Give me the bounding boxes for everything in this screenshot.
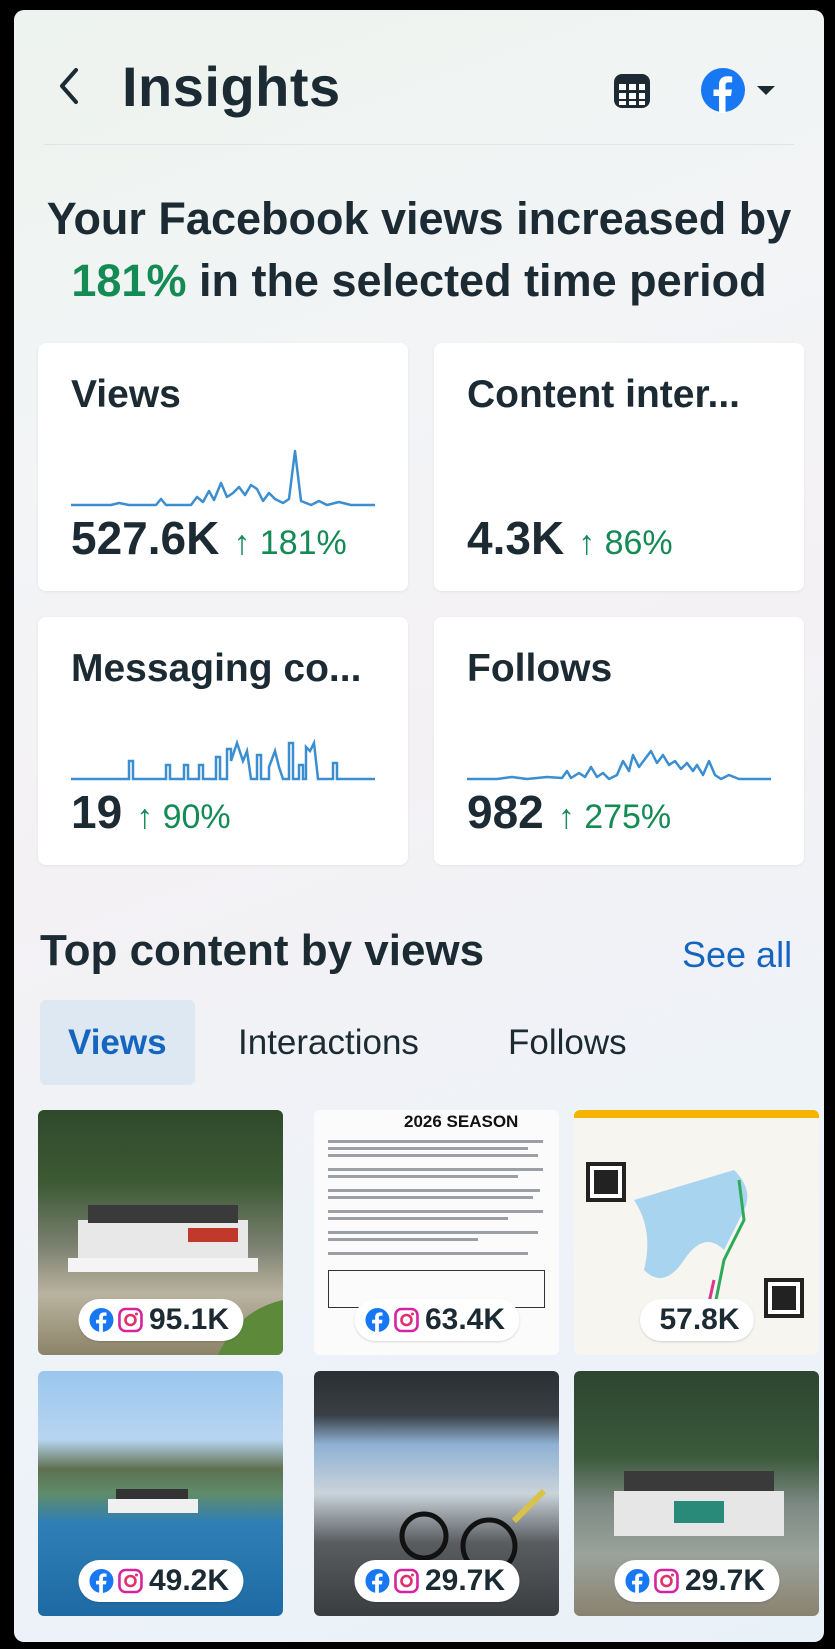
account-switcher[interactable] (700, 64, 790, 116)
content-thumbnail[interactable]: 29.7K (314, 1371, 559, 1616)
views-badge: 63.4K (353, 1299, 520, 1341)
views-count: 29.7K (684, 1564, 766, 1597)
views-count: 57.8K (659, 1303, 740, 1336)
calendar-icon[interactable] (610, 68, 654, 112)
instagram-icon (393, 1307, 419, 1333)
content-thumbnail[interactable]: 57.8K (574, 1110, 819, 1355)
facebook-icon (88, 1308, 113, 1333)
headline-suffix: in the selected time period (198, 255, 767, 306)
facebook-icon (88, 1569, 113, 1594)
top-bar: Insights (14, 10, 824, 145)
see-all-link[interactable]: See all (682, 934, 792, 976)
caret-down-icon (757, 86, 775, 95)
metric-card-messaging[interactable]: Messaging co... 19 ↑ 90% (38, 617, 408, 865)
facebook-icon (624, 1569, 649, 1594)
views-count: 49.2K (148, 1564, 230, 1597)
content-thumbnail[interactable]: 49.2K (38, 1371, 283, 1616)
metric-card-content-interactions[interactable]: Content inter... 4.3K ↑ 86% (434, 343, 804, 591)
facebook-icon (701, 68, 745, 113)
instagram-icon (117, 1307, 143, 1333)
tab-interactions[interactable]: Interactions (210, 1000, 447, 1085)
views-count: 29.7K (424, 1564, 506, 1597)
top-content-title: Top content by views (40, 926, 485, 975)
metric-change: ↑ 275% (557, 798, 672, 836)
metric-change: ↑ 90% (136, 798, 231, 836)
headline-prefix: Your Facebook views increased by (46, 193, 792, 244)
content-thumbnail[interactable]: 95.1K (38, 1110, 283, 1355)
views-badge: 49.2K (77, 1560, 244, 1602)
metric-change: ↑ 181% (233, 524, 347, 562)
back-chevron-icon[interactable] (50, 56, 90, 116)
views-sparkline (71, 449, 375, 507)
insight-headline: Your Facebook views increased by 181% in… (34, 188, 804, 312)
views-count: 63.4K (424, 1303, 506, 1336)
document-heading: 2026 SEASON (404, 1112, 519, 1131)
views-badge: 29.7K (613, 1560, 780, 1602)
insights-screen: Insights Your Facebook views increased b… (14, 10, 824, 1642)
metric-value: 527.6K (71, 512, 220, 564)
content-thumbnail[interactable]: 29.7K (574, 1371, 819, 1616)
instagram-icon (393, 1568, 419, 1594)
instagram-icon (653, 1568, 679, 1594)
metric-value: 19 (71, 786, 123, 838)
instagram-icon (117, 1568, 143, 1594)
metric-label: Messaging co... (71, 647, 362, 690)
facebook-icon (364, 1308, 389, 1333)
metric-label: Views (71, 373, 181, 416)
metric-label: Content inter... (467, 373, 740, 416)
metric-value: 982 (467, 786, 544, 838)
views-badge: 29.7K (353, 1560, 520, 1602)
metric-value-row: 982 ↑ 275% (467, 785, 671, 839)
top-content-tabs: Views Interactions Follows (40, 1000, 800, 1085)
views-count: 95.1K (148, 1303, 230, 1336)
page-title: Insights (122, 55, 341, 118)
metric-value-row: 527.6K ↑ 181% (71, 511, 347, 565)
metric-value-row: 19 ↑ 90% (71, 785, 231, 839)
metric-value-row: 4.3K ↑ 86% (467, 511, 673, 565)
metric-value: 4.3K (467, 512, 565, 564)
follows-sparkline (467, 749, 771, 781)
views-badge: 95.1K (77, 1299, 244, 1341)
metric-card-views[interactable]: Views 527.6K ↑ 181% (38, 343, 408, 591)
messaging-sparkline (71, 738, 375, 781)
metric-change: ↑ 86% (578, 524, 673, 562)
metric-card-follows[interactable]: Follows 982 ↑ 275% (434, 617, 804, 865)
header-divider (44, 144, 794, 145)
metric-label: Follows (467, 647, 613, 690)
tab-views[interactable]: Views (40, 1000, 195, 1085)
content-thumbnail[interactable]: 2026 SEASON 63.4K (314, 1110, 559, 1355)
facebook-icon (364, 1569, 389, 1594)
headline-percent: 181% (71, 255, 187, 306)
tab-follows[interactable]: Follows (480, 1000, 655, 1085)
views-badge: 57.8K (639, 1299, 754, 1341)
